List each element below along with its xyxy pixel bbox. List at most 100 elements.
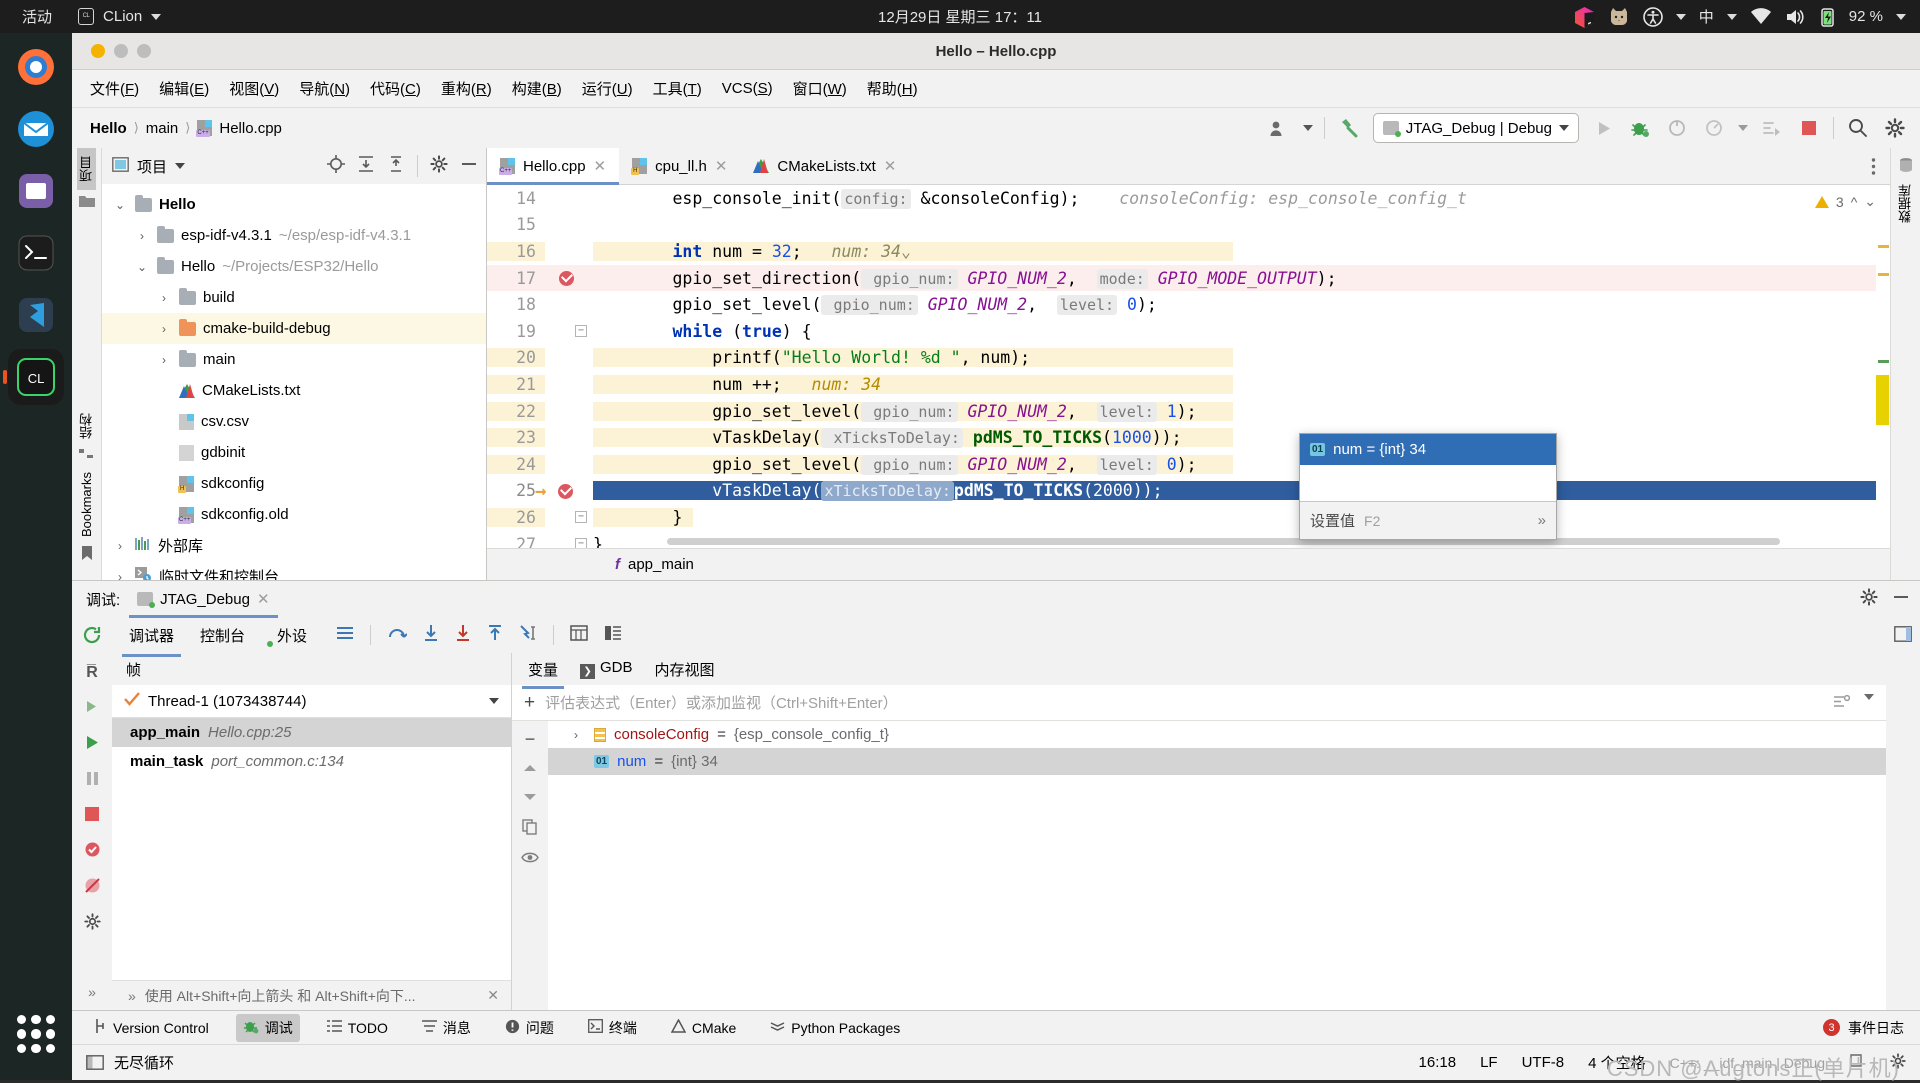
stack-frame-row[interactable]: app_mainHello.cpp:25 [112, 718, 511, 747]
code-text[interactable]: int num = 32; num: 34⌄ [593, 242, 1890, 261]
variables-tab[interactable]: ❯GDB [578, 655, 635, 683]
tree-toggle-icon[interactable]: › [112, 570, 128, 581]
dock-item-vscode[interactable] [8, 287, 64, 343]
cmake-profile[interactable]: C++: __idf_main | Debug [1670, 1055, 1825, 1071]
debug-hide-icon[interactable] [1892, 588, 1910, 610]
remove-watch-icon[interactable]: − [525, 730, 536, 748]
bottom-tool-button[interactable]: 调试 [236, 1014, 300, 1042]
layout-settings-icon[interactable] [1894, 626, 1912, 645]
caret-position[interactable]: 16:18 [1419, 1054, 1457, 1071]
collapse-all-icon[interactable] [387, 155, 405, 177]
inspect-value-icon[interactable] [521, 851, 539, 867]
bottom-tool-button[interactable]: 问题 [498, 1014, 561, 1042]
gutter-markers[interactable]: − [545, 504, 593, 531]
editor-tab[interactable]: Hello.cpp✕ [487, 148, 619, 184]
cat-tray-icon[interactable] [1608, 7, 1630, 27]
inspections-widget-icon[interactable] [1849, 1053, 1866, 1073]
hide-panel-icon[interactable] [460, 155, 478, 177]
menu-run[interactable]: 运行(U) [582, 78, 633, 99]
code-text[interactable]: printf("Hello World! %d ", num); [593, 348, 1890, 367]
prev-problem-icon[interactable]: ^ [1851, 194, 1858, 210]
move-down-icon[interactable] [522, 790, 538, 806]
menu-view[interactable]: 视图(V) [229, 78, 279, 99]
thread-selector[interactable]: Thread-1 (1073438744) [112, 685, 511, 718]
run-configuration-selector[interactable]: JTAG_Debug | Debug [1373, 113, 1579, 143]
menu-window[interactable]: 窗口(W) [793, 78, 847, 99]
search-icon[interactable] [1845, 115, 1871, 141]
coverage-icon[interactable] [1701, 115, 1727, 141]
app-menu-clion[interactable]: CL CLion [78, 8, 161, 25]
variable-row[interactable]: 01num={int} 34 [548, 748, 1886, 775]
volume-icon[interactable] [1785, 8, 1807, 26]
breakpoint-icon[interactable] [559, 271, 574, 286]
variable-row[interactable]: ›consoleConfig={esp_console_config_t} [548, 721, 1886, 748]
code-fold-icon[interactable]: − [575, 511, 587, 523]
code-line[interactable]: 25→ vTaskDelay(xTicksToDelay:pdMS_TO_TIC… [487, 478, 1890, 505]
line-separator[interactable]: LF [1480, 1054, 1498, 1071]
breadcrumb-project[interactable]: Hello [90, 120, 127, 137]
file-encoding[interactable]: UTF-8 [1522, 1054, 1565, 1071]
gutter-markers[interactable] [545, 398, 593, 425]
code-line[interactable]: 15 [487, 212, 1890, 239]
chevron-down-icon[interactable] [489, 698, 499, 704]
ime-chevron-icon[interactable] [1727, 14, 1737, 20]
gutter-markers[interactable] [545, 265, 593, 292]
gutter-markers[interactable] [545, 451, 593, 478]
show-applications-button[interactable] [8, 1006, 64, 1062]
debugger-tab[interactable]: 外设 [268, 620, 310, 651]
memory-view-icon[interactable] [604, 625, 622, 645]
stack-frame-row[interactable]: main_taskport_common.c:134 [112, 747, 511, 776]
value-tooltip-popup[interactable]: 01 num = {int} 34 设置值 F2 » [1299, 433, 1557, 540]
menu-code[interactable]: 代码(C) [370, 78, 421, 99]
tree-node[interactable]: csv.csv [102, 406, 486, 437]
force-step-into-icon[interactable] [455, 624, 471, 646]
gutter-markers[interactable]: → [545, 478, 593, 505]
tooltip-value-row[interactable]: 01 num = {int} 34 [1300, 434, 1556, 465]
tree-node[interactable]: ⌄Hello [102, 189, 486, 220]
editor-tab[interactable]: cpu_ll.h✕ [619, 148, 740, 184]
debug-settings-icon[interactable] [84, 913, 101, 933]
coverage-chevron-icon[interactable] [1738, 125, 1748, 131]
tree-toggle-icon[interactable]: › [156, 291, 172, 305]
close-icon[interactable]: ✕ [884, 157, 897, 175]
view-breakpoints-icon[interactable] [84, 841, 101, 861]
indent-setting[interactable]: 4 个空格 [1588, 1052, 1646, 1073]
mute-breakpoints-icon[interactable] [84, 877, 101, 897]
frames-view-icon[interactable] [336, 626, 354, 644]
stripe-button-bookmarks[interactable]: Bookmarks [79, 464, 94, 545]
settings-gear-icon[interactable] [1882, 115, 1908, 141]
code-text[interactable]: while (true) { [593, 322, 1890, 341]
build-hammer-icon[interactable] [1336, 115, 1362, 141]
editor-tab[interactable]: CMakeLists.txt✕ [740, 148, 909, 184]
debug-settings-gear-icon[interactable] [1860, 588, 1878, 610]
show-tool-windows-icon[interactable] [86, 1055, 104, 1070]
tooltip-footer[interactable]: 设置值 F2 » [1300, 501, 1556, 539]
editor-horizontal-scrollbar[interactable] [667, 538, 1780, 545]
dock-item-firefox[interactable] [8, 39, 64, 95]
gutter-markers[interactable]: − [545, 318, 593, 345]
variables-list[interactable]: ›consoleConfig={esp_console_config_t}01n… [548, 721, 1886, 1010]
event-log-button[interactable]: 3事件日志 [1823, 1018, 1920, 1038]
tree-node[interactable]: sdkconfig.old [102, 499, 486, 530]
breadcrumb-file[interactable]: Hello.cpp [219, 120, 282, 137]
code-fold-icon[interactable]: − [575, 538, 587, 548]
user-chevron-icon[interactable] [1303, 125, 1313, 131]
wifi-icon[interactable] [1750, 8, 1772, 26]
menu-navigate[interactable]: 导航(N) [299, 78, 350, 99]
run-button[interactable] [1590, 115, 1616, 141]
step-over-icon[interactable] [387, 625, 407, 645]
debugger-tab[interactable]: 控制台 [197, 620, 248, 651]
tree-toggle-icon[interactable]: ⌄ [112, 198, 128, 212]
gutter-markers[interactable] [545, 238, 593, 265]
scroll-from-source-icon[interactable] [327, 155, 345, 177]
editor-tab-options-icon[interactable] [1871, 148, 1890, 184]
breadcrumb-folder[interactable]: main [146, 120, 179, 137]
run-to-cursor-icon[interactable] [519, 624, 537, 646]
stripe-button-project[interactable]: 项目 [77, 148, 96, 190]
debugger-tab[interactable]: 调试器 [126, 620, 177, 651]
tree-node[interactable]: CMakeLists.txt [102, 375, 486, 406]
pause-program-icon[interactable] [84, 698, 101, 718]
resume-program-icon[interactable]: R̅ [86, 664, 98, 682]
tree-node[interactable]: ›main [102, 344, 486, 375]
settings-gear-icon[interactable] [1890, 1053, 1906, 1073]
